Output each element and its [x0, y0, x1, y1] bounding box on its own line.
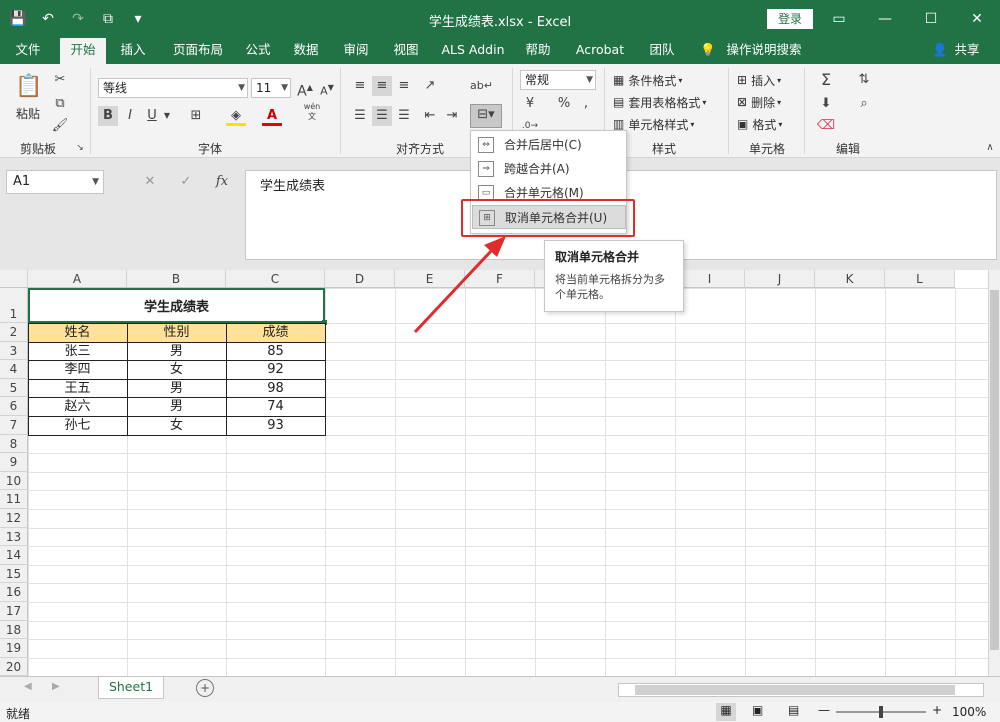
- tooltip-body: 将当前单元格拆分为多个单元格。: [555, 273, 665, 301]
- annotation-arrow: [413, 236, 506, 334]
- zoom-slider[interactable]: [836, 706, 926, 718]
- page-break-view-icon[interactable]: ▤: [788, 703, 799, 717]
- horizontal-scrollbar[interactable]: [618, 683, 984, 697]
- normal-view-icon[interactable]: ▦: [716, 703, 736, 721]
- vertical-scrollbar[interactable]: [988, 270, 1000, 676]
- status-bar: 就绪 ▦ ▣ ▤ — + 100%: [0, 702, 1000, 722]
- scroll-left-icon[interactable]: ◀: [24, 681, 32, 692]
- tooltip-title: 取消单元格合并: [555, 250, 640, 264]
- sheet-tab-sheet1[interactable]: Sheet1: [98, 677, 164, 699]
- sheet-tab-bar: ◀ ▶ Sheet1 +: [0, 676, 1000, 702]
- scroll-right-icon[interactable]: ▶: [52, 681, 60, 692]
- vertical-scroll-thumb[interactable]: [990, 290, 999, 650]
- zoom-out-icon[interactable]: —: [818, 703, 830, 717]
- zoom-slider-handle[interactable]: [879, 706, 883, 718]
- zoom-in-icon[interactable]: +: [932, 703, 942, 717]
- status-ready: 就绪: [6, 707, 31, 721]
- add-sheet-icon[interactable]: +: [196, 679, 214, 697]
- horizontal-scroll-thumb[interactable]: [635, 685, 955, 695]
- unmerge-tooltip: 取消单元格合并 将当前单元格拆分为多个单元格。: [544, 240, 684, 312]
- zoom-level[interactable]: 100%: [952, 705, 986, 719]
- page-layout-view-icon[interactable]: ▣: [752, 703, 763, 717]
